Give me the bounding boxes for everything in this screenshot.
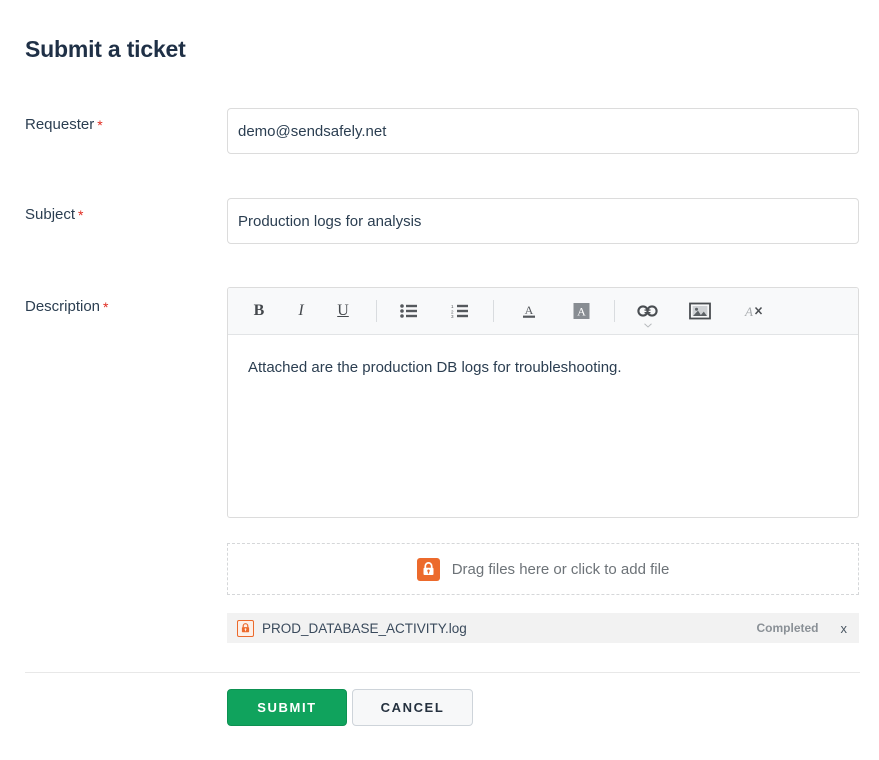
- submit-ticket-page: Submit a ticket Requester* Subject* Desc…: [0, 0, 879, 760]
- dropzone-label: Drag files here or click to add file: [451, 560, 670, 578]
- description-body-text: Attached are the production DB logs for …: [248, 359, 622, 376]
- image-icon[interactable]: [681, 296, 719, 326]
- attachment-status: Completed: [756, 621, 819, 635]
- toolbar-separator: [493, 300, 494, 322]
- toolbar-separator: [376, 300, 377, 322]
- numbered-list-icon[interactable]: 1 2 3: [441, 296, 479, 326]
- lock-icon: [416, 557, 440, 581]
- bold-glyph: B: [253, 302, 265, 319]
- link-glyph: [637, 305, 658, 317]
- remove-formatting-glyph: A: [744, 304, 763, 319]
- numbered-list-glyph: 1 2 3: [451, 304, 468, 318]
- background-color-icon[interactable]: A: [562, 296, 600, 326]
- editor-toolbar: B I U 1 2 3 A A A: [228, 288, 858, 335]
- cancel-button[interactable]: CANCEL: [352, 689, 473, 726]
- description-body[interactable]: Attached are the production DB logs for …: [228, 335, 858, 380]
- description-label: Description *: [25, 298, 108, 315]
- requester-label-text: Requester: [25, 116, 95, 133]
- toolbar-separator: [614, 300, 615, 322]
- requester-label: Requester *: [25, 116, 103, 133]
- subject-input[interactable]: [227, 198, 859, 244]
- remove-attachment-button[interactable]: x: [841, 621, 848, 636]
- italic-icon[interactable]: I: [282, 296, 320, 326]
- attachment-row: PROD_DATABASE_ACTIVITY.log Completed x: [227, 613, 859, 643]
- chevron-down-icon: [644, 323, 652, 328]
- italic-glyph: I: [298, 302, 304, 319]
- required-asterisk: *: [97, 117, 103, 133]
- page-title: Submit a ticket: [25, 36, 186, 62]
- form-divider: [25, 672, 860, 673]
- svg-text:1: 1: [451, 304, 454, 309]
- subject-label-text: Subject: [25, 206, 76, 223]
- description-label-text: Description: [25, 298, 101, 315]
- image-glyph: [689, 302, 711, 320]
- description-editor: B I U 1 2 3 A A A Attached are the produ…: [227, 287, 859, 518]
- text-color-icon[interactable]: A: [510, 296, 548, 326]
- svg-text:A: A: [525, 303, 534, 317]
- bulleted-list-icon[interactable]: [389, 296, 427, 326]
- required-asterisk: *: [103, 299, 109, 315]
- svg-text:A: A: [577, 305, 586, 319]
- file-lock-glyph: [241, 623, 250, 633]
- bulleted-list-glyph: [399, 304, 417, 318]
- svg-text:A: A: [744, 304, 753, 319]
- bold-icon[interactable]: B: [240, 296, 278, 326]
- required-asterisk: *: [78, 207, 84, 223]
- text-color-glyph: A: [523, 303, 535, 318]
- requester-input[interactable]: [227, 108, 859, 154]
- remove-formatting-icon[interactable]: A: [735, 296, 773, 326]
- link-icon[interactable]: [629, 296, 667, 328]
- svg-text:3: 3: [451, 314, 454, 318]
- file-lock-icon: [237, 619, 254, 637]
- underline-glyph: U: [337, 302, 349, 319]
- lock-glyph: [423, 562, 434, 575]
- file-dropzone[interactable]: Drag files here or click to add file: [227, 543, 859, 595]
- subject-label: Subject *: [25, 206, 84, 223]
- background-color-glyph: A: [573, 303, 589, 319]
- submit-button[interactable]: SUBMIT: [227, 689, 347, 726]
- attachment-name: PROD_DATABASE_ACTIVITY.log: [262, 620, 467, 636]
- underline-icon[interactable]: U: [324, 296, 362, 326]
